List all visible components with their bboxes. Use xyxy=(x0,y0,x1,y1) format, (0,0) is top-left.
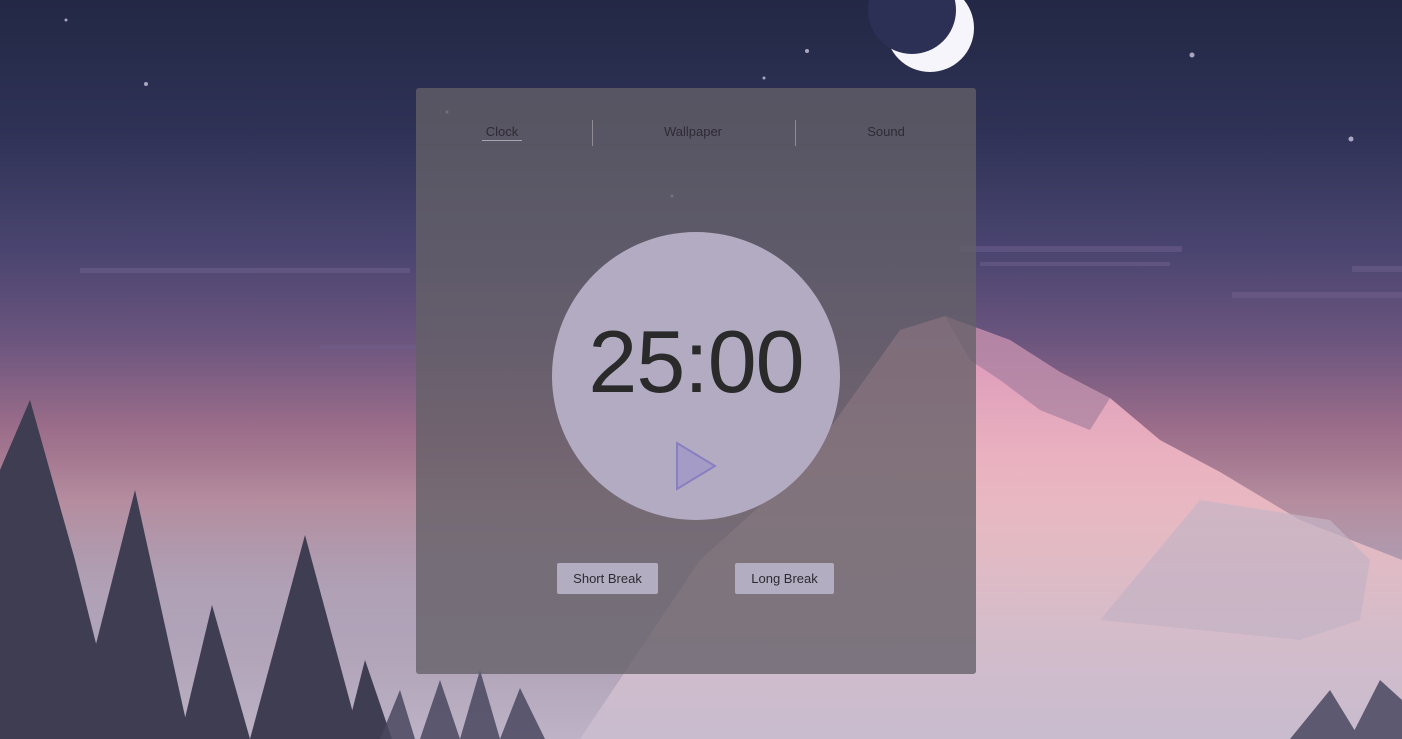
timer-display: 25:00 xyxy=(588,312,804,411)
tab-bar: Clock Wallpaper Sound xyxy=(416,88,976,178)
tab-clock[interactable]: Clock xyxy=(482,124,522,141)
moon-icon xyxy=(868,0,974,72)
tab-sound[interactable]: Sound xyxy=(858,124,914,139)
settings-panel: Clock Wallpaper Sound 25:00 Short Break … xyxy=(416,88,976,674)
play-button[interactable] xyxy=(674,440,720,492)
long-break-button[interactable]: Long Break xyxy=(735,563,834,594)
timer-circle: 25:00 xyxy=(552,232,840,520)
short-break-button[interactable]: Short Break xyxy=(557,563,658,594)
play-icon xyxy=(676,441,717,491)
tab-divider xyxy=(795,120,796,146)
tab-wallpaper[interactable]: Wallpaper xyxy=(654,124,732,139)
tab-divider xyxy=(592,120,593,146)
